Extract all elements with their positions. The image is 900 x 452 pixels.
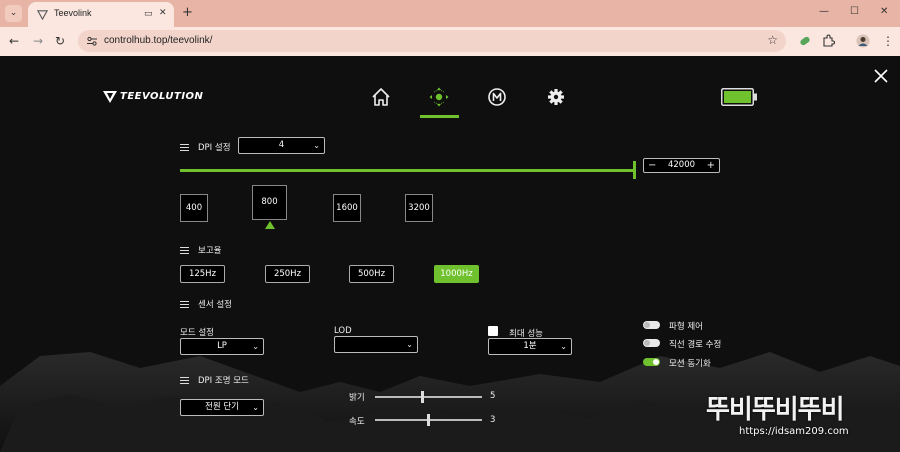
- menu-lines-icon: [180, 377, 189, 384]
- browser-menu-icon[interactable]: ⋮: [882, 34, 894, 48]
- logo-text: TEEVOLUTION: [120, 91, 204, 102]
- dpi-slider-thumb[interactable]: [633, 161, 636, 179]
- sensor-settings-label: 센서 설정: [198, 300, 232, 310]
- brightness-value: 5: [490, 391, 496, 401]
- new-tab-button[interactable]: +: [182, 5, 193, 20]
- ripple-control-label: 파형 제어: [669, 322, 703, 332]
- close-tab-icon[interactable]: ✕: [159, 8, 167, 18]
- watermark: 뚜비뚜비뚜비 https://idsam209.com: [706, 389, 891, 444]
- brightness-label: 밝기: [349, 393, 365, 403]
- mode-setting-label: 모드 설정: [180, 328, 214, 338]
- rate-500hz-button[interactable]: 500Hz: [349, 265, 394, 283]
- watermark-url: https://idsam209.com: [739, 426, 849, 437]
- dpi-stage-value: 4: [278, 140, 285, 150]
- dpi-light-mode-label: DPI 조명 모드: [198, 376, 249, 386]
- forward-icon[interactable]: →: [33, 34, 43, 48]
- toggle-knob: [644, 340, 650, 346]
- macro-icon[interactable]: [486, 86, 508, 108]
- speed-slider-thumb[interactable]: [427, 414, 430, 426]
- dpi-preset-400[interactable]: 400: [180, 194, 208, 222]
- settings-icon[interactable]: [545, 86, 567, 108]
- menu-lines-icon: [180, 301, 189, 308]
- light-mode-value: 전원 단기: [205, 402, 239, 412]
- tab-title: Teevolink: [54, 8, 92, 18]
- report-rate-label: 보고율: [198, 246, 222, 256]
- max-performance-value: 1분: [523, 341, 537, 351]
- maximize-icon[interactable]: ☐: [850, 6, 859, 17]
- mode-select[interactable]: LP ⌄: [180, 338, 264, 355]
- angle-snapping-toggle[interactable]: [643, 339, 660, 347]
- dpi-slider-track[interactable]: [180, 169, 635, 172]
- menu-lines-icon: [180, 247, 189, 254]
- selected-preset-indicator: [265, 221, 275, 229]
- close-app-icon[interactable]: [873, 68, 889, 84]
- increment-icon[interactable]: +: [707, 159, 715, 172]
- menu-lines-icon: [180, 144, 189, 151]
- rate-1000hz-button[interactable]: 1000Hz: [434, 265, 479, 283]
- browser-tab[interactable]: Teevolink ▭ ✕: [28, 2, 174, 27]
- media-icon[interactable]: ▭: [144, 9, 153, 19]
- dpi-icon[interactable]: [428, 86, 450, 108]
- battery-icon: [721, 88, 757, 106]
- dpi-stage-select[interactable]: 4 ⌄: [238, 137, 325, 154]
- decrement-icon[interactable]: −: [648, 159, 656, 172]
- profile-avatar-icon[interactable]: [856, 34, 870, 48]
- max-performance-checkbox[interactable]: [488, 326, 498, 336]
- extensions-puzzle-icon[interactable]: [821, 34, 835, 48]
- back-icon[interactable]: ←: [9, 34, 19, 48]
- angle-snapping-label: 직선 경로 수정: [669, 340, 722, 350]
- dpi-preset-3200[interactable]: 3200: [405, 194, 433, 222]
- dpi-preset-1600[interactable]: 1600: [333, 194, 361, 222]
- chevron-down-icon: ⌄: [252, 342, 259, 351]
- minimize-icon[interactable]: —: [819, 6, 829, 17]
- motion-sync-toggle[interactable]: [643, 358, 660, 366]
- lod-select[interactable]: ⌄: [334, 336, 418, 353]
- mode-value: LP: [217, 341, 227, 351]
- lod-label: LOD: [334, 326, 352, 336]
- chevron-down-icon: ⌄: [313, 141, 320, 150]
- teevolution-logo-icon: [103, 91, 117, 103]
- dpi-settings-label: DPI 설정: [198, 143, 231, 153]
- extension-icon[interactable]: [798, 34, 812, 48]
- brightness-slider-track[interactable]: [375, 396, 482, 398]
- teevolink-app: TEEVOLUTION DPI 설정 4 ⌄ 42000 − + 400 800…: [0, 56, 900, 452]
- ripple-control-toggle[interactable]: [643, 321, 660, 329]
- reload-icon[interactable]: ↻: [55, 34, 65, 48]
- site-info-icon[interactable]: [86, 35, 98, 47]
- dpi-value-stepper[interactable]: 42000 − +: [643, 158, 720, 173]
- tab-search-button[interactable]: ⌄: [5, 5, 22, 22]
- dpi-preset-800[interactable]: 800: [252, 185, 287, 220]
- brightness-slider-thumb[interactable]: [421, 391, 424, 403]
- toggle-knob: [653, 359, 659, 365]
- window-close-icon[interactable]: ✕: [880, 6, 888, 17]
- browser-tab-bar: ⌄ Teevolink ▭ ✕ + — ☐ ✕: [0, 0, 900, 27]
- toggle-knob: [644, 322, 650, 328]
- url-text[interactable]: controlhub.top/teevolink/: [104, 35, 212, 46]
- watermark-title: 뚜비뚜비뚜비: [706, 395, 845, 425]
- max-performance-select[interactable]: 1분 ⌄: [488, 338, 572, 355]
- motion-sync-label: 모션 동기화: [669, 359, 711, 369]
- teevolink-favicon-icon: [37, 10, 48, 20]
- rate-250hz-button[interactable]: 250Hz: [265, 265, 310, 283]
- teevolution-logo: TEEVOLUTION: [103, 90, 203, 106]
- chevron-down-icon: ⌄: [406, 340, 413, 349]
- speed-value: 3: [490, 415, 496, 425]
- active-nav-indicator: [420, 115, 459, 118]
- light-mode-select[interactable]: 전원 단기 ⌄: [180, 399, 264, 416]
- rate-125hz-button[interactable]: 125Hz: [180, 265, 225, 283]
- omnibox[interactable]: controlhub.top/teevolink/ ☆: [78, 30, 786, 52]
- chevron-down-icon: ⌄: [560, 342, 567, 351]
- bookmark-star-icon[interactable]: ☆: [767, 33, 778, 47]
- chevron-down-icon: ⌄: [252, 403, 259, 412]
- speed-label: 속도: [349, 417, 365, 427]
- home-icon[interactable]: [370, 86, 392, 108]
- address-bar-row: ← → ↻ controlhub.top/teevolink/ ☆ ⋮: [0, 27, 900, 56]
